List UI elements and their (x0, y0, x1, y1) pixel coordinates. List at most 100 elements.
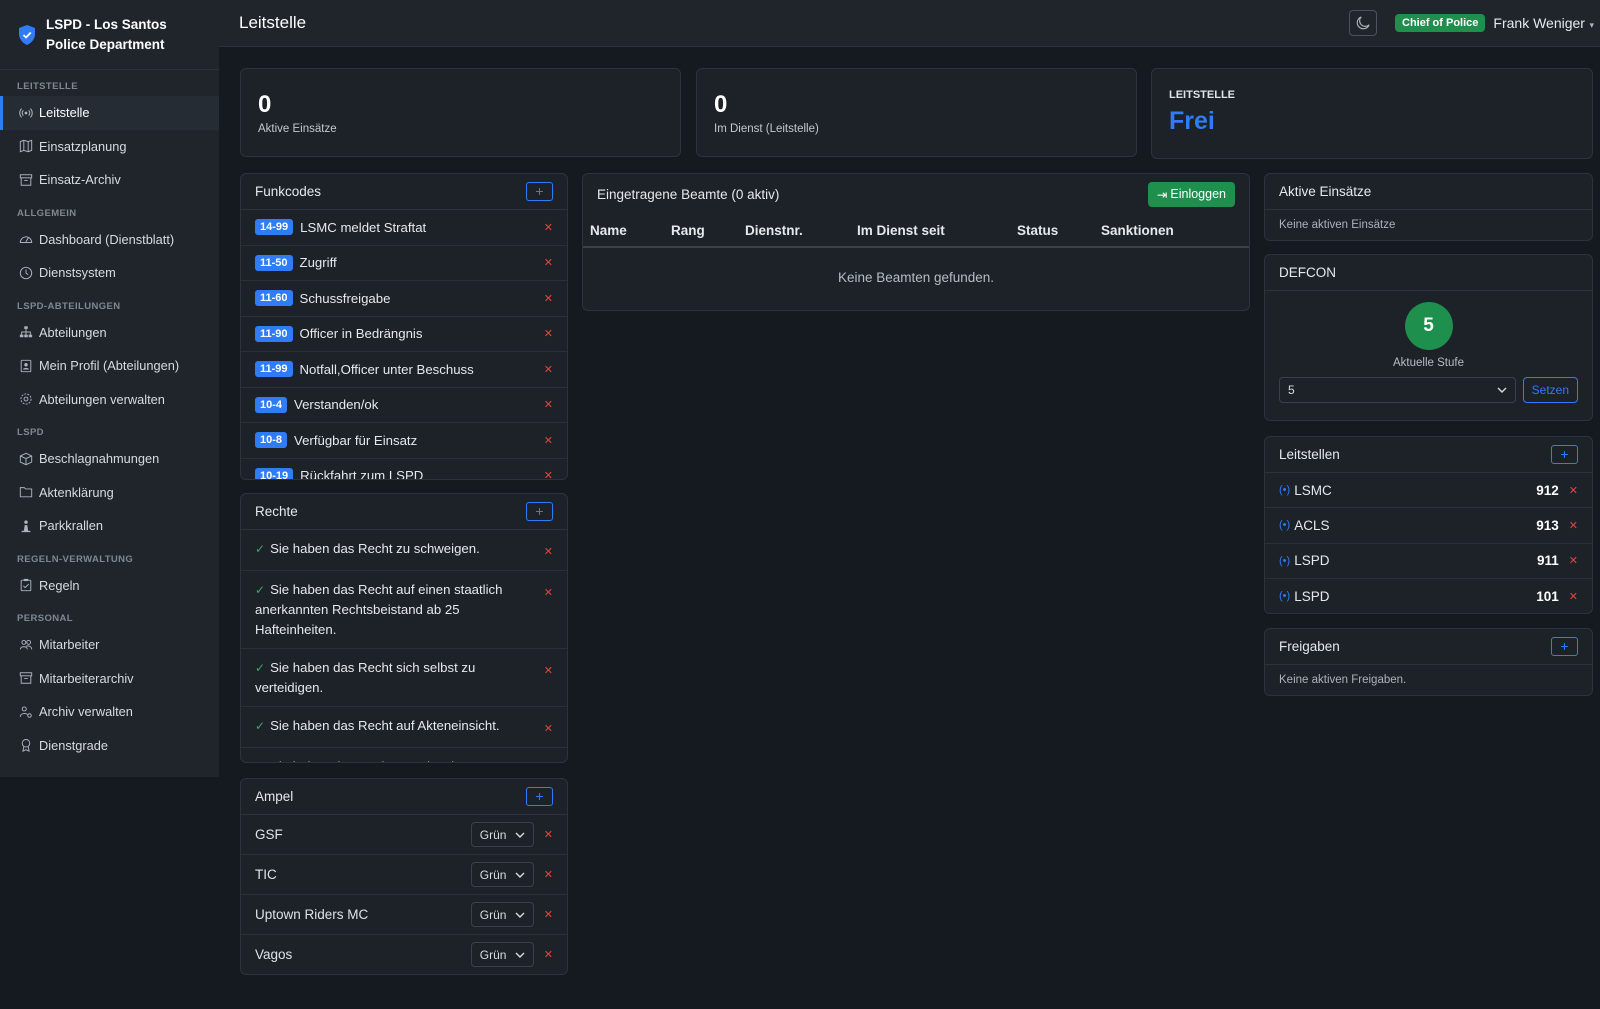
add-funkcode-button[interactable]: + (526, 182, 553, 201)
box-icon (19, 452, 33, 466)
funkcode-row[interactable]: 11-60 Schussfreigabe ✕ (241, 281, 567, 317)
delete-icon[interactable]: ✕ (544, 221, 553, 234)
sidebar-item-label: Dienstsystem (39, 265, 116, 281)
sidebar-item-abteilungen-verwalten[interactable]: Abteilungen verwalten (0, 383, 219, 417)
delete-icon[interactable]: ✕ (544, 256, 553, 269)
set-defcon-button[interactable]: Setzen (1522, 377, 1578, 403)
sidebar-item-dashboard-dienstblatt[interactable]: Dashboard (Dienstblatt) (0, 223, 219, 257)
funkcode-row[interactable]: 10-4 Verstanden/ok ✕ (241, 388, 567, 423)
funkcode-row[interactable]: 11-90 Officer in Bedrängnis ✕ (241, 317, 567, 352)
nav-section-title: LEITSTELLE (17, 81, 78, 92)
delete-icon[interactable]: ✕ (544, 292, 553, 305)
leitstelle-row[interactable]: (•) LSMC 912 ✕ (1265, 473, 1592, 509)
funkcodes-list[interactable]: 14-99 LSMC meldet Straftat ✕ 11-50 Zugriff ✕ 1… (241, 210, 567, 479)
delete-icon[interactable]: ✕ (544, 719, 553, 739)
ampel-row: Uptown Riders MC Grün ✕ (241, 895, 567, 935)
stat-card-on-duty: 0 Im Dienst (Leitstelle) (696, 68, 1137, 157)
delete-icon[interactable]: ✕ (544, 327, 553, 340)
select-value: 5 (1288, 383, 1295, 397)
nav-section-title: PERSONAL (17, 613, 73, 624)
sidebar-item-dienstgrade[interactable]: Dienstgrade (0, 729, 219, 763)
sidebar-item-mein-profil-abteilungen[interactable]: Mein Profil (Abteilungen) (0, 349, 219, 383)
delete-icon[interactable]: ✕ (1569, 590, 1578, 603)
delete-icon[interactable]: ✕ (544, 661, 553, 681)
defcon-select[interactable]: 5 (1279, 377, 1516, 403)
empty-state: Keine aktiven Einsätze (1279, 219, 1396, 231)
delete-icon[interactable]: ✕ (544, 760, 553, 762)
stat-label: Im Dienst (Leitstelle) (714, 123, 819, 135)
ampel-row: Vagos Grün ✕ (241, 935, 567, 974)
leitstelle-name: LSMC (1294, 482, 1332, 498)
funkcode-row[interactable]: 10-8 Verfügbar für Einsatz ✕ (241, 423, 567, 459)
funkcode-row[interactable]: 10-19 Rückfahrt zum LSPD ✕ (241, 459, 567, 479)
funkcode-row[interactable]: 14-99 LSMC meldet Straftat ✕ (241, 210, 567, 246)
ampel-status-select[interactable]: Grün (470, 942, 534, 967)
sidebar-item-label: Leitstelle (39, 105, 90, 121)
column-header: Status (1017, 222, 1059, 238)
delete-icon[interactable]: ✕ (544, 542, 553, 562)
select-value: Grün (479, 867, 507, 882)
leitstelle-row[interactable]: (•) LSPD 101 ✕ (1265, 579, 1592, 613)
sidebar-item-einsatzplanung[interactable]: Einsatzplanung (0, 130, 219, 164)
delete-icon[interactable]: ✕ (544, 868, 553, 881)
sidebar-item-aktenklärung[interactable]: Aktenklärung (0, 476, 219, 510)
funkcode-row[interactable]: 11-99 Notfall,Officer unter Beschuss ✕ (241, 352, 567, 388)
card-header: DEFCON (1265, 255, 1592, 291)
sidebar-item-beschlagnahmungen[interactable]: Beschlagnahmungen (0, 442, 219, 476)
add-freigabe-button[interactable]: + (1551, 637, 1578, 656)
card-title: Leitstellen (1279, 447, 1340, 462)
sidebar-item-archiv-verwalten[interactable]: Archiv verwalten (0, 695, 219, 729)
add-recht-button[interactable]: + (526, 502, 553, 521)
delete-icon[interactable]: ✕ (544, 948, 553, 961)
table-header: Name Rang Dienstnr. Im Dienst seit Statu… (583, 214, 1249, 248)
check-icon: ✓ (255, 760, 265, 762)
sidebar-item-parkkrallen[interactable]: Parkkrallen (0, 509, 219, 543)
ampel-status-select[interactable]: Grün (470, 862, 534, 887)
card-title: Freigaben (1279, 639, 1340, 654)
delete-icon[interactable]: ✕ (1569, 519, 1578, 532)
delete-icon[interactable]: ✕ (1569, 484, 1578, 497)
column-header: Dienstnr. (745, 222, 803, 238)
card-header: Aktive Einsätze (1265, 174, 1592, 210)
sidebar-item-dienstsystem[interactable]: Dienstsystem (0, 256, 219, 290)
ampel-status-select[interactable]: Grün (470, 902, 534, 927)
sidebar-item-mitarbeiter[interactable]: Mitarbeiter (0, 628, 219, 662)
sidebar-item-abteilungen[interactable]: Abteilungen (0, 316, 219, 350)
delete-icon[interactable]: ✕ (544, 398, 553, 411)
funkcode-badge: 11-99 (255, 361, 293, 378)
brand[interactable]: LSPD - Los Santos Police Department (0, 0, 219, 70)
sidebar-item-leitstelle[interactable]: Leitstelle (0, 96, 219, 130)
recht-text: Sie haben das Recht zu schweigen. (270, 541, 480, 556)
delete-icon[interactable]: ✕ (1569, 554, 1578, 567)
ampel-status-select[interactable]: Grün (470, 822, 534, 847)
user-menu[interactable]: Frank Weniger ▾ (1493, 15, 1594, 31)
delete-icon[interactable]: ✕ (544, 363, 553, 376)
add-ampel-button[interactable]: + (526, 787, 553, 806)
sidebar-item-mitarbeiterarchiv[interactable]: Mitarbeiterarchiv (0, 662, 219, 696)
recht-text: Sie haben das Recht sich selbst zu verte… (255, 660, 476, 695)
ampel-name: TIC (255, 867, 277, 882)
role-badge: Chief of Police (1395, 14, 1486, 32)
recht-text-wrap: ✓ Sie haben das Recht auf Akteneinsicht. (255, 716, 544, 736)
chevron-down-icon (515, 872, 525, 878)
leitstelle-row[interactable]: (•) LSPD 911 ✕ (1265, 544, 1592, 579)
recht-row: ✓ Sie haben das Recht auf Akteneinsicht. ✕ (241, 707, 567, 748)
funkcode-text: LSMC meldet Straftat (300, 219, 427, 235)
leitstelle-row[interactable]: (•) ACLS 913 ✕ (1265, 508, 1592, 544)
stat-value: 0 (714, 91, 728, 118)
delete-icon[interactable]: ✕ (544, 828, 553, 841)
sidebar-item-einsatz-archiv[interactable]: Einsatz-Archiv (0, 163, 219, 197)
card-title: Rechte (255, 504, 298, 519)
theme-toggle-button[interactable] (1349, 10, 1377, 36)
delete-icon[interactable]: ✕ (544, 908, 553, 921)
delete-icon[interactable]: ✕ (544, 469, 553, 479)
chevron-down-icon (515, 832, 525, 838)
chevron-down-icon (1497, 387, 1507, 393)
delete-icon[interactable]: ✕ (544, 583, 553, 603)
delete-icon[interactable]: ✕ (544, 434, 553, 447)
add-leitstelle-button[interactable]: + (1551, 445, 1578, 464)
login-button[interactable]: ⇥ Einloggen (1147, 181, 1235, 207)
card-header: Eingetragene Beamte (0 aktiv) ⇥ Einloggen (583, 174, 1249, 214)
sidebar-item-regeln[interactable]: Regeln (0, 569, 219, 603)
funkcode-row[interactable]: 11-50 Zugriff ✕ (241, 246, 567, 281)
